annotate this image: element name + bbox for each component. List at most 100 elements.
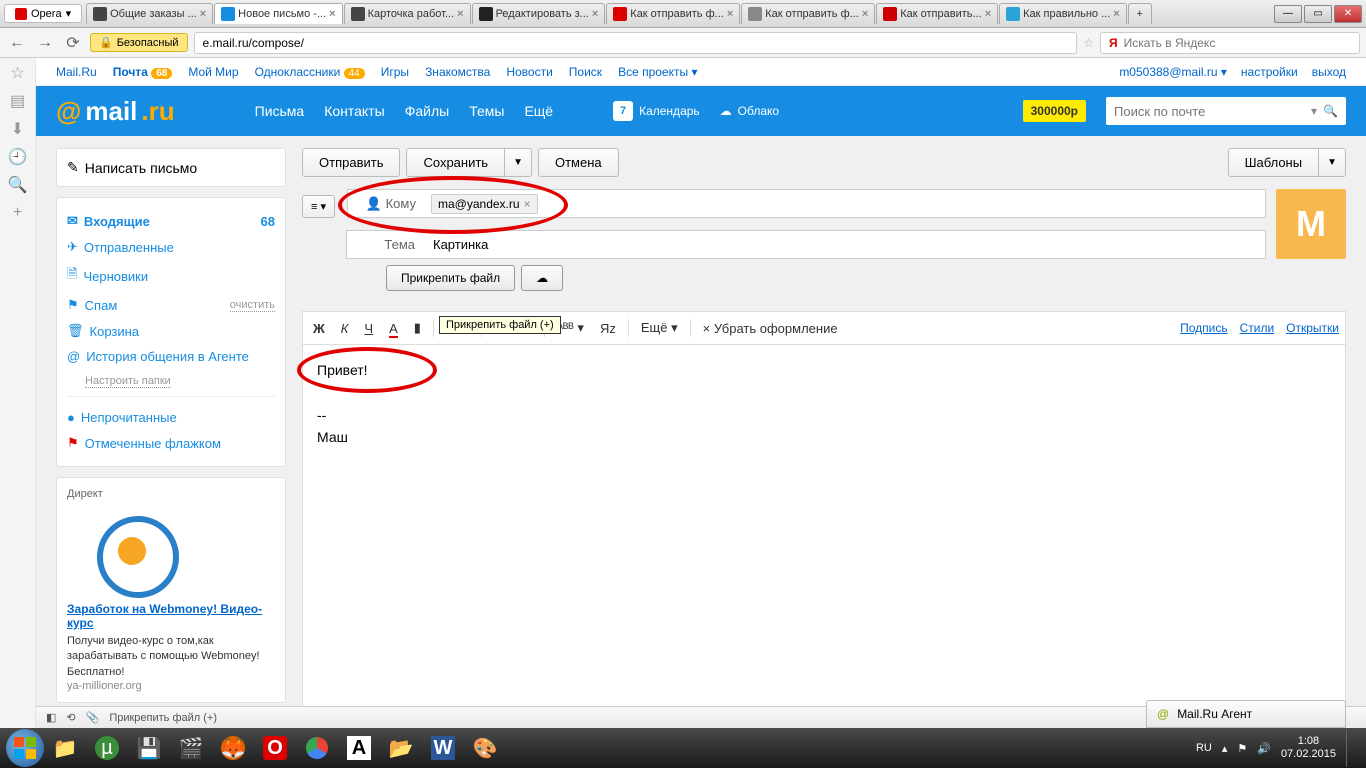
attach-file-button[interactable]: Прикрепить файл (386, 265, 515, 291)
plus-icon[interactable]: + (9, 204, 27, 222)
download-icon[interactable]: ⬇ (9, 120, 27, 138)
link-settings[interactable]: настройки (1241, 65, 1298, 79)
taskbar-app-icon[interactable]: 📁 (45, 732, 85, 764)
start-button[interactable] (6, 729, 44, 767)
taskbar-app-icon[interactable]: 🦊 (213, 732, 253, 764)
nav-kontakty[interactable]: Контакты (324, 103, 384, 119)
tab-close-icon[interactable]: × (457, 8, 463, 20)
folder-unread[interactable]: ●Непрочитанные (67, 405, 275, 430)
taskbar-app-icon[interactable]: 🎨 (465, 732, 505, 764)
caret-down-icon[interactable]: ▾ (1311, 104, 1317, 118)
nav-faily[interactable]: Файлы (405, 103, 449, 119)
spam-clear-link[interactable]: очистить (230, 299, 275, 312)
url-input[interactable]: e.mail.ru/compose/ (194, 32, 1078, 54)
configure-folders-link[interactable]: Настроить папки (85, 375, 171, 388)
save-caret[interactable]: ▼ (505, 148, 532, 177)
back-button[interactable]: ← (6, 32, 28, 54)
folder-drafts[interactable]: 🗎Черновики (67, 260, 275, 292)
tab-close-icon[interactable]: × (727, 8, 733, 20)
ad-title-link[interactable]: Заработок на Webmoney! Видео-курс (67, 602, 275, 630)
taskbar-app-icon[interactable]: O (255, 732, 295, 764)
tab-close-icon[interactable]: × (592, 8, 598, 20)
forward-button[interactable]: → (34, 32, 56, 54)
security-badge[interactable]: 🔒Безопасный (90, 33, 188, 52)
user-email[interactable]: m050388@mail.ru ▾ (1119, 65, 1227, 79)
to-input[interactable] (541, 190, 1265, 217)
panel-toggle-icon[interactable]: ◧ (46, 711, 56, 724)
remove-format-button[interactable]: × Убрать оформление (699, 319, 842, 338)
cards-link[interactable]: Открытки (1286, 321, 1339, 335)
link-odnoklassniki[interactable]: Одноклассники 44 (255, 65, 365, 79)
link-znakomstva[interactable]: Знакомства (425, 65, 490, 79)
search-icon[interactable]: 🔍 (1323, 104, 1338, 118)
mail-agent-bar[interactable]: @ Mail.Ru Агент (1146, 700, 1346, 728)
language-indicator[interactable]: RU (1196, 742, 1212, 754)
taskbar-app-icon[interactable]: W (423, 732, 463, 764)
folder-flagged[interactable]: ⚑Отмеченные флажком (67, 430, 275, 456)
subject-input[interactable] (427, 231, 1265, 258)
text-color-button[interactable]: А (385, 319, 402, 338)
new-tab-button[interactable]: + (1128, 3, 1152, 24)
taskbar-app-icon[interactable]: 💾 (129, 732, 169, 764)
bold-button[interactable]: Ж (309, 319, 329, 338)
history-icon[interactable]: 🕘 (9, 148, 27, 166)
mailru-logo[interactable]: @mail.ru (56, 96, 175, 127)
tray-flag-icon[interactable]: ⚑ (1237, 742, 1247, 755)
folder-sent[interactable]: ✈Отправленные (67, 234, 275, 260)
star-icon[interactable]: ☆ (1083, 36, 1094, 50)
templates-caret[interactable]: ▼ (1319, 148, 1346, 177)
browser-tab[interactable]: Редактировать з...× (472, 3, 606, 24)
cancel-button[interactable]: Отмена (538, 148, 619, 177)
send-button[interactable]: Отправить (302, 148, 400, 177)
browser-tab[interactable]: Общие заказы ...× (86, 3, 213, 24)
show-desktop-button[interactable] (1346, 729, 1354, 767)
nav-kalendar[interactable]: 7 Календарь (613, 101, 700, 121)
star-icon[interactable]: ☆ (9, 64, 27, 82)
folder-trash[interactable]: 🗑Корзина (67, 318, 275, 344)
tab-close-icon[interactable]: × (985, 8, 991, 20)
reload-button[interactable]: ⟳ (62, 32, 84, 54)
mail-search-input[interactable] (1114, 104, 1311, 119)
tab-close-icon[interactable]: × (1113, 8, 1119, 20)
taskbar-app-icon[interactable]: µ (87, 732, 127, 764)
tab-close-icon[interactable]: × (200, 8, 206, 20)
translit-button[interactable]: Яz (596, 319, 620, 338)
tray-volume-icon[interactable]: 🔊 (1257, 742, 1271, 755)
tab-close-icon[interactable]: × (862, 8, 868, 20)
nav-pisma[interactable]: Письма (255, 103, 305, 119)
yandex-search[interactable]: Я (1100, 32, 1360, 54)
mail-search[interactable]: ▾ 🔍 (1106, 97, 1346, 125)
close-button[interactable]: ✕ (1334, 5, 1362, 23)
browser-tab[interactable]: Как правильно ...× (999, 3, 1127, 24)
tab-close-icon[interactable]: × (329, 8, 335, 20)
link-moymir[interactable]: Мой Мир (188, 65, 238, 79)
attach-cloud-button[interactable]: ☁ (521, 265, 563, 291)
browser-tab[interactable]: Как отправить ф...× (606, 3, 740, 24)
folder-spam[interactable]: ⚑Спамочистить (67, 292, 275, 318)
sync-icon[interactable]: ⟲ (66, 711, 75, 724)
bookmark-icon[interactable]: ▤ (9, 92, 27, 110)
remove-recipient-icon[interactable]: × (524, 197, 531, 211)
save-button[interactable]: Сохранить (406, 148, 505, 177)
taskbar-app-icon[interactable]: 🎬 (171, 732, 211, 764)
folder-agent-history[interactable]: @История общения в Агенте (67, 344, 275, 369)
link-novosti[interactable]: Новости (506, 65, 552, 79)
maximize-button[interactable]: ▭ (1304, 5, 1332, 23)
browser-tab[interactable]: Как отправить ф...× (741, 3, 875, 24)
more-button[interactable]: Ещё ▾ (637, 318, 682, 338)
promo-button[interactable]: 300000р (1023, 100, 1086, 122)
nav-temy[interactable]: Темы (469, 103, 504, 119)
recipient-chip[interactable]: ma@yandex.ru× (431, 194, 538, 214)
clock[interactable]: 1:08 07.02.2015 (1281, 735, 1336, 761)
folder-inbox[interactable]: ✉Входящие68 (67, 208, 275, 234)
browser-tab[interactable]: Карточка работ...× (344, 3, 471, 24)
link-poisk[interactable]: Поиск (569, 65, 602, 79)
minimize-button[interactable]: — (1274, 5, 1302, 23)
yandex-search-input[interactable] (1124, 36, 1351, 50)
browser-tab[interactable]: Новое письмо -...× (214, 3, 342, 24)
taskbar-app-icon[interactable]: A (339, 732, 379, 764)
signature-link[interactable]: Подпись (1180, 321, 1228, 335)
nav-oblako[interactable]: ☁ Облако (720, 104, 779, 118)
link-igry[interactable]: Игры (381, 65, 409, 79)
styles-link[interactable]: Стили (1240, 321, 1275, 335)
